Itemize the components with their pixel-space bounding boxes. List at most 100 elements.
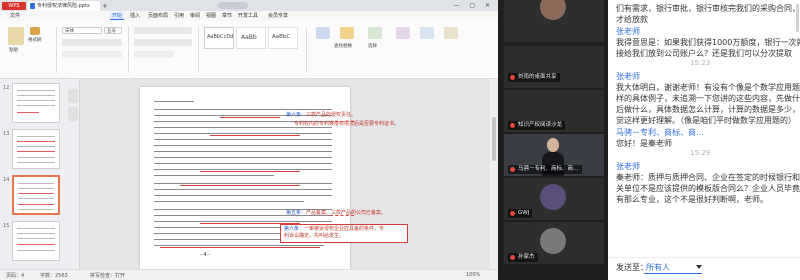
spacing-buttons[interactable] — [134, 51, 174, 58]
status-words: 字数：2563 — [40, 273, 68, 279]
video-tile[interactable]: 刘雨的桌面共享 — [504, 46, 604, 88]
document-tab[interactable]: 专利侵权法律风险.pptx — [28, 1, 100, 11]
chat-message-line: 秦老师：质押与质押合同、企业在签定的时候银行和相 — [616, 173, 800, 182]
paste-icon[interactable] — [8, 27, 24, 45]
chat-sender-name: 马骋－专利、商标、商… — [616, 128, 704, 137]
menu-item[interactable]: 插入 — [128, 12, 142, 20]
menu-item[interactable]: 章节 — [220, 12, 234, 20]
video-tile[interactable]: 知识产权阅读沙龙 — [504, 90, 604, 132]
chat-panel: 们有需求，银行审批，银行审核完我们的采购合同， 才给放款 张老师 我得意思是：如果我们… — [608, 0, 800, 280]
settings-icon[interactable] — [420, 27, 434, 39]
font-name-select[interactable]: 宋体 — [62, 27, 102, 34]
status-spell[interactable]: 拼写检查：打开 — [90, 272, 125, 279]
thumb-number: 12 — [3, 85, 10, 91]
review-comment[interactable]: 第五条：产品备案、三款产品的公司已备案。 — [286, 210, 386, 217]
menu-item[interactable]: 审阅 — [188, 12, 202, 20]
page-thumbnail[interactable] — [12, 129, 60, 169]
comment-tag: 第五条： — [286, 210, 307, 216]
participant-name: 马骋－专利、商标、商… — [518, 166, 579, 172]
comment-tag: 第六条： — [284, 226, 305, 232]
style-gallery-item[interactable]: AaBbC — [268, 27, 298, 49]
style-sample: AaBb — [241, 34, 257, 41]
menu-item[interactable]: 会员专享 — [266, 12, 290, 20]
participant-name: 知识产权阅读沙龙 — [518, 122, 563, 128]
menu-bar: 文件 开始 插入 页面布局 引用 审阅 视图 章节 开发工具 会员专享 — [0, 11, 498, 21]
participant-name-tag: GWJ — [508, 209, 533, 218]
menu-item[interactable]: 页面布局 — [146, 12, 170, 20]
status-bar: 页码：4 字数：2563 拼写检查：打开 100% — [0, 269, 498, 280]
mic-icon — [510, 123, 515, 128]
share-status-pill[interactable] — [218, 2, 248, 9]
red-underline — [180, 185, 300, 186]
video-tile[interactable]: 孙家杰 — [504, 222, 604, 264]
video-tile[interactable]: GWJ — [504, 178, 604, 220]
mic-icon — [510, 211, 515, 216]
font-size-select[interactable]: 五号 — [104, 27, 122, 34]
chat-scrollbar-thumb[interactable] — [796, 4, 799, 32]
format-painter-icon[interactable] — [30, 27, 40, 35]
avatar — [540, 0, 566, 20]
video-tile-camera[interactable]: 马骋－专利、商标、商… — [504, 134, 604, 176]
review-comment[interactable]: 第六条：三款产品的侵权责任。 — [286, 112, 356, 119]
font-size-value: 五号 — [107, 29, 116, 34]
page-thumbnail[interactable] — [12, 221, 60, 261]
chat-timestamp: 15:29 — [690, 149, 711, 157]
paragraph-buttons[interactable] — [134, 27, 192, 34]
find-replace-icon[interactable] — [340, 27, 354, 39]
window-controls[interactable]: — ▢ ✕ — [453, 1, 494, 11]
panel-side-tab[interactable] — [68, 89, 78, 103]
panel-side-tab[interactable] — [68, 107, 78, 121]
send-to-label: 发送至： — [616, 263, 648, 272]
zoom-level[interactable]: 100% — [466, 272, 480, 278]
select-icon[interactable] — [368, 27, 382, 39]
thumb-number: 13 — [3, 131, 10, 137]
comment-text: 三款产品的侵权责任。 — [306, 112, 357, 118]
review-comment-box[interactable]: 第六条：一审被诉侵权企业应具备的条件，专 利诉讼确定，先叫给发生。 — [280, 224, 408, 243]
style-gallery-item[interactable]: AaBbCcDd — [204, 27, 234, 49]
sort-icon[interactable] — [396, 27, 410, 39]
alignment-buttons[interactable] — [134, 39, 192, 46]
font-format-buttons[interactable] — [62, 39, 122, 46]
chat-message-line: 后做什么，具体数据怎么计算，计算的数据是多少，感 — [616, 105, 800, 114]
chat-message-line: 有那么专业，这个不是很好判断啊，老师。 — [616, 195, 768, 204]
menu-item[interactable]: 开发工具 — [236, 12, 260, 20]
ribbon-divider — [198, 27, 199, 73]
style-gallery-item[interactable]: AaBb — [236, 27, 266, 49]
comment-tag: 第六条： — [286, 112, 307, 118]
layout-icon[interactable] — [444, 27, 458, 39]
review-comment[interactable]: 专利权内的专利被侵权情况后是否要专利证书。 — [294, 121, 399, 128]
comment-text: 专利权内的专利被侵权情况后是否要专利证书。 — [294, 121, 400, 127]
page-thumbnail-selected[interactable] — [12, 175, 60, 215]
slide-thumbnail-panel: 12 13 14 15 — [0, 79, 80, 269]
red-underline — [160, 247, 320, 248]
wps-logo[interactable]: WPS Office — [2, 2, 26, 17]
ribbon-toolbar: 粘贴 格式刷 宋体 五号 AaBbCcDd AaBb AaBbC 查找替换 选择 — [0, 21, 498, 79]
send-to-select[interactable]: 所有人 — [646, 262, 670, 273]
menu-item-active[interactable]: 开始 — [110, 12, 125, 20]
red-underline — [210, 135, 300, 136]
chat-sender-name: 张老师 — [616, 162, 640, 171]
chat-message-line: 接给我们放到公司账户么？还是我们可以分次提取 — [616, 49, 792, 58]
text-tools-icon[interactable] — [316, 27, 330, 39]
new-tab-button[interactable]: + — [102, 1, 108, 11]
chevron-down-icon[interactable] — [696, 265, 702, 269]
participant-name-tag: 刘雨的桌面共享 — [508, 73, 560, 82]
document-canvas[interactable]: - 4 - 第六条：三款产品的侵权责任。 专利权内的专利被侵权情况后是否要专利证… — [80, 79, 490, 269]
page-thumbnail[interactable] — [12, 83, 60, 123]
menu-item[interactable]: 引用 — [172, 12, 186, 20]
menu-item[interactable]: 视图 — [204, 12, 218, 20]
font-color-buttons[interactable] — [62, 51, 122, 58]
scrollbar-thumb[interactable] — [492, 117, 496, 161]
select-label: 选择 — [368, 44, 377, 49]
comment-text: 一审被诉侵权企业应具备的条件，专 — [304, 226, 385, 232]
menu-item[interactable]: 文件 — [8, 12, 22, 20]
chat-sender-name: 张老师 — [616, 27, 640, 36]
font-name-value: 宋体 — [65, 29, 74, 34]
vertical-scrollbar[interactable] — [490, 79, 498, 269]
thumb-number: 15 — [3, 223, 10, 229]
mic-icon — [510, 75, 515, 80]
paste-label: 粘贴 — [9, 48, 18, 53]
ribbon-divider — [128, 27, 129, 73]
send-to-row: 发送至： 所有人 — [608, 257, 800, 274]
video-tile[interactable] — [504, 0, 604, 42]
